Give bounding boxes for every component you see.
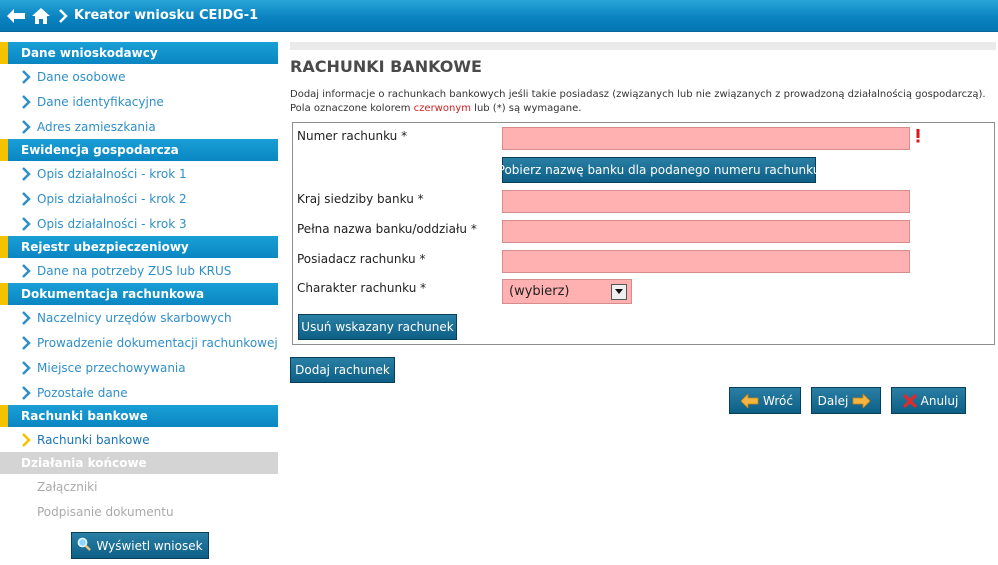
bank-country-label: Kraj siedziby banku *: [297, 192, 424, 206]
sidebar-item-opis-krok-2[interactable]: Opis działalności - krok 2: [0, 186, 278, 211]
chevron-right-icon: [22, 263, 31, 278]
sidebar-item-dane-osobowe[interactable]: Dane osobowe: [0, 64, 278, 89]
sidebar-item-label: Podpisanie dokumentu: [37, 504, 174, 519]
sidebar-item-dane-identyfikacyjne[interactable]: Dane identyfikacyjne: [0, 89, 278, 114]
bank-name-input[interactable]: [502, 220, 910, 243]
back-arrow-icon[interactable]: [4, 0, 28, 32]
chevron-right-icon: [22, 432, 31, 447]
exclamation-icon: [915, 128, 921, 143]
account-type-label: Charakter rachunku *: [297, 281, 427, 295]
sidebar-item-miejsce-przechowywania[interactable]: Miejsce przechowywania: [0, 355, 278, 380]
info-line-1: Dodaj informacje o rachunkach bankowych …: [290, 89, 986, 100]
sidebar-item-opis-krok-1[interactable]: Opis działalności - krok 1: [0, 161, 278, 186]
sidebar-item-podpisanie-dokumentu: Podpisanie dokumentu: [0, 499, 278, 524]
next-label: Dalej: [817, 393, 849, 408]
home-icon[interactable]: [30, 0, 52, 32]
sidebar-item-label: Załączniki: [37, 479, 98, 494]
chevron-right-icon: [22, 166, 31, 181]
info-line-2-end: lub (*) są wymagane.: [470, 103, 582, 114]
chevron-right-icon: [22, 216, 31, 231]
x-icon: [903, 393, 917, 408]
account-holder-input[interactable]: [502, 250, 910, 273]
wizard-title: Kreator wniosku CEIDG-1: [74, 8, 259, 23]
sidebar-item-label: Adres zamieszkania: [37, 119, 156, 134]
chevron-right-icon: [22, 94, 31, 109]
top-bar: Kreator wniosku CEIDG-1: [0, 0, 998, 32]
account-holder-label: Posiadacz rachunku *: [297, 252, 426, 266]
sidebar-item-label: Dane osobowe: [37, 69, 126, 84]
info-line-2-start: Pola oznaczone kolorem: [290, 103, 414, 114]
arrow-left-icon: [741, 393, 759, 408]
sidebar-item-zalaczniki: Załączniki: [0, 474, 278, 499]
cancel-button[interactable]: Anuluj: [891, 387, 966, 414]
sidebar: Dane wnioskodawcy Dane osobowe Dane iden…: [0, 42, 278, 524]
chevron-down-icon[interactable]: [611, 283, 627, 300]
bank-country-input[interactable]: [502, 190, 910, 213]
chevron-right-icon: [22, 310, 31, 325]
sidebar-item-label: Dane identyfikacyjne: [37, 94, 164, 109]
account-type-selected: (wybierz): [509, 284, 570, 299]
chevron-right-icon: [22, 191, 31, 206]
content-top-line: [290, 42, 996, 50]
sidebar-item-label: Opis działalności - krok 3: [37, 216, 187, 231]
back-label: Wróć: [763, 393, 793, 408]
chevron-right-icon: [22, 119, 31, 134]
info-text: Dodaj informacje o rachunkach bankowych …: [290, 88, 986, 116]
section-ewidencja-gospodarcza: Ewidencja gospodarcza: [0, 139, 278, 161]
sidebar-item-opis-krok-3[interactable]: Opis działalności - krok 3: [0, 211, 278, 236]
sidebar-item-label: Rachunki bankowe: [37, 432, 150, 447]
section-rejestr-ubezpieczeniowy: Rejestr ubezpieczeniowy: [0, 236, 278, 258]
show-application-label: Wyświetl wniosek: [96, 538, 203, 553]
sidebar-item-label: Pozostałe dane: [37, 385, 128, 400]
next-button[interactable]: Dalej: [811, 387, 881, 414]
sidebar-item-adres-zamieszkania[interactable]: Adres zamieszkania: [0, 114, 278, 139]
back-button[interactable]: Wróć: [729, 387, 801, 414]
info-line-2-red: czerwonym: [413, 103, 471, 114]
bank-account-form: Numer rachunku * Pobierz nazwę banku dla…: [292, 122, 995, 345]
sidebar-item-label: Naczelnicy urzędów skarbowych: [37, 310, 232, 325]
chevron-right-icon: [22, 360, 31, 375]
sidebar-item-label: Miejsce przechowywania: [37, 360, 186, 375]
section-dzialania-koncowe: Działania końcowe: [0, 452, 278, 474]
chevron-right-icon: [56, 0, 70, 32]
account-number-label: Numer rachunku *: [297, 129, 408, 143]
section-dokumentacja-rachunkowa: Dokumentacja rachunkowa: [0, 283, 278, 305]
sidebar-item-label: Opis działalności - krok 2: [37, 191, 187, 206]
bank-name-label: Pełna nazwa banku/oddziału *: [297, 222, 477, 236]
page-title: RACHUNKI BANKOWE: [290, 57, 482, 76]
chevron-right-icon: [22, 69, 31, 84]
sidebar-item-label: Dane na potrzeby ZUS lub KRUS: [37, 263, 232, 278]
chevron-right-icon: [22, 385, 31, 400]
cancel-label: Anuluj: [920, 393, 959, 408]
show-application-button[interactable]: Wyświetl wniosek: [71, 532, 209, 559]
chevron-right-icon: [22, 335, 31, 350]
sidebar-item-prowadzenie-dokumentacji[interactable]: Prowadzenie dokumentacji rachunkowej: [0, 330, 278, 355]
sidebar-item-zus-krus[interactable]: Dane na potrzeby ZUS lub KRUS: [0, 258, 278, 283]
account-type-select[interactable]: (wybierz): [502, 279, 632, 304]
sidebar-item-naczelnicy[interactable]: Naczelnicy urzędów skarbowych: [0, 305, 278, 330]
magnifier-icon: [77, 537, 92, 554]
section-dane-wnioskodawcy: Dane wnioskodawcy: [0, 42, 278, 64]
info-line-2: Pola oznaczone kolorem czerwonym lub (*)…: [290, 102, 986, 116]
sidebar-item-label: Prowadzenie dokumentacji rachunkowej: [37, 335, 278, 350]
sidebar-item-label: Opis działalności - krok 1: [37, 166, 187, 181]
arrow-right-icon: [852, 393, 871, 408]
sidebar-item-rachunki-bankowe[interactable]: Rachunki bankowe: [0, 427, 278, 452]
delete-account-button[interactable]: Usuń wskazany rachunek: [298, 314, 457, 340]
account-number-input[interactable]: [502, 127, 910, 150]
add-account-button[interactable]: Dodaj rachunek: [290, 357, 395, 383]
sidebar-item-pozostale-dane[interactable]: Pozostałe dane: [0, 380, 278, 405]
fetch-bank-name-button[interactable]: Pobierz nazwę banku dla podanego numeru …: [498, 157, 820, 183]
section-rachunki-bankowe: Rachunki bankowe: [0, 405, 278, 427]
